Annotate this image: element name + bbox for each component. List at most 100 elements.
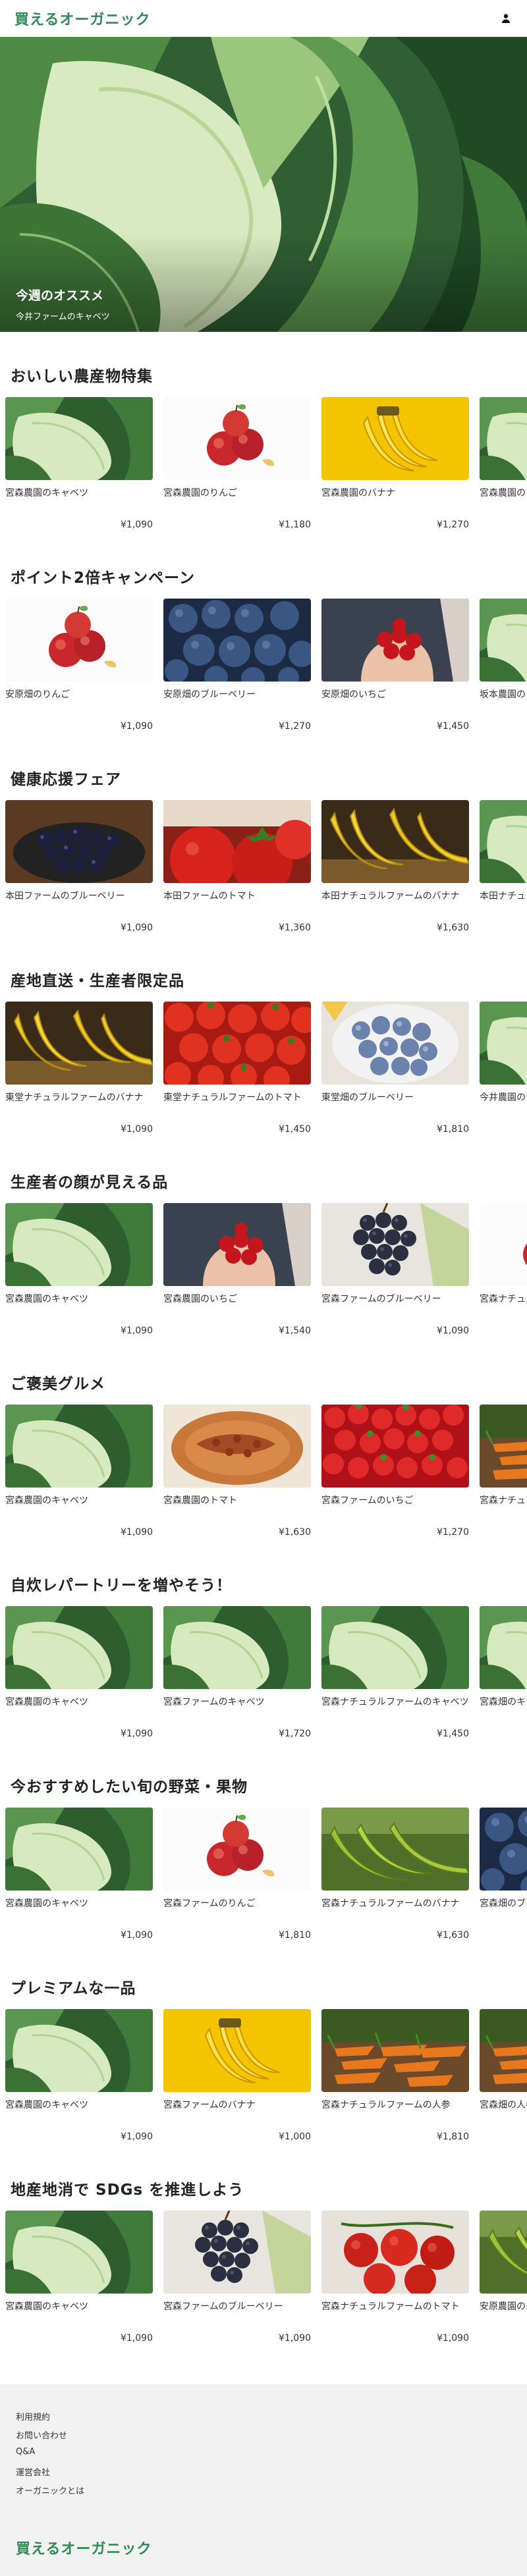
product-name[interactable]: 宮森ファームのいちご	[321, 1494, 469, 1507]
product-name[interactable]: 安原畑のりんご	[5, 688, 153, 701]
product-card[interactable]: 本田ファームのトマト ¥1,360	[163, 800, 311, 933]
product-image[interactable]	[321, 800, 469, 883]
product-image[interactable]	[321, 599, 469, 682]
product-image[interactable]	[321, 1002, 469, 1085]
product-name[interactable]: 宮森農園のトマト	[163, 1494, 311, 1507]
footer-link-company[interactable]: 運営会社	[16, 2465, 50, 2478]
user-icon[interactable]	[498, 11, 514, 26]
product-image[interactable]	[163, 1002, 311, 1085]
product-card[interactable]: 宮森農園のキャベツ ¥1,090	[5, 1203, 153, 1336]
product-image[interactable]	[321, 2211, 469, 2294]
product-name[interactable]: 宮森ファームのブルーベリー	[321, 1293, 469, 1306]
product-card[interactable]: 宮森ナチュラルファームのバナナ ¥1,630	[321, 1808, 469, 1941]
product-image[interactable]	[480, 1203, 527, 1286]
product-image[interactable]	[480, 599, 527, 682]
product-card[interactable]: 宮森畑の人参	[480, 2009, 527, 2141]
product-card[interactable]: 宮森農園のキャベツ ¥1,090	[5, 2211, 153, 2344]
product-card[interactable]: 今井農園の	[480, 1002, 527, 1133]
product-name[interactable]: 宮森農園のキャベツ	[5, 487, 153, 500]
product-carousel[interactable]: 宮森農園のキャベツ ¥1,090 宮森ファームのキャベツ ¥1,720 宮森ナチュラルフ…	[5, 1606, 527, 1739]
product-name[interactable]: 本田ナチュラルファームのいちご	[480, 890, 527, 903]
product-name[interactable]: 安原農園のバナナ	[480, 2300, 527, 2313]
product-name[interactable]: 宮森ナチュラルファームの人参	[321, 2099, 469, 2112]
product-carousel[interactable]: 宮森農園のキャベツ ¥1,090 宮森農園のいちご ¥1,540 宮森ファームのブルーベ…	[5, 1203, 527, 1336]
product-name[interactable]: 宮森農園のキャベツ	[5, 2099, 153, 2112]
product-image[interactable]	[5, 599, 153, 682]
product-image[interactable]	[5, 1203, 153, 1286]
product-name[interactable]: 宮森ナチュラルファームのキャベツ	[321, 1696, 469, 1709]
product-name[interactable]: 今井農園の	[480, 1091, 527, 1104]
product-card[interactable]: 宮森ファームのバナナ ¥1,000	[163, 2009, 311, 2142]
footer-link-contact[interactable]: お問い合わせ	[16, 2428, 67, 2441]
hero-banner[interactable]: 今週のオススメ 今井ファームのキャベツ	[0, 37, 527, 332]
product-card[interactable]: 宮森農園のキャベツ ¥1,090	[5, 2009, 153, 2142]
product-card[interactable]: 宮森農園のりんご ¥1,180	[163, 397, 311, 530]
product-carousel[interactable]: 宮森農園のキャベツ ¥1,090 宮森ファームのりんご ¥1,810 宮森ナチュラルファ…	[5, 1808, 527, 1941]
product-image[interactable]	[321, 1405, 469, 1488]
product-name[interactable]: 宮森農園のキャベツ	[5, 1696, 153, 1709]
product-name[interactable]: 宮森農園のキャベツ	[5, 1293, 153, 1306]
product-name[interactable]: 坂本農園の	[480, 688, 527, 701]
product-card[interactable]: 坂本農園の	[480, 599, 527, 730]
product-carousel[interactable]: 宮森農園のキャベツ ¥1,090 宮森農園のりんご ¥1,180 宮森農園のバナナ ¥1,…	[5, 397, 527, 530]
product-image[interactable]	[480, 1002, 527, 1085]
product-carousel[interactable]: 宮森農園のキャベツ ¥1,090 宮森ファームのブルーベリー ¥1,090 宮森ナチュラ…	[5, 2211, 527, 2344]
product-name[interactable]: 宮森畑の人参	[480, 2099, 527, 2112]
product-card[interactable]: 宮森農園のキャベツ ¥1,090	[5, 1808, 153, 1941]
product-name[interactable]: 宮森畑のキャベツ	[480, 1696, 527, 1709]
product-image[interactable]	[163, 599, 311, 682]
product-image[interactable]	[163, 1808, 311, 1891]
product-card[interactable]: 宮森農園のトマト ¥1,630	[163, 1405, 311, 1538]
product-name[interactable]: 宮森畑のブルーベリー	[480, 1897, 527, 1910]
product-carousel[interactable]: 本田ファームのブルーベリー ¥1,090 本田ファームのトマト ¥1,360 本田ナチュ…	[5, 800, 527, 933]
product-name[interactable]: 宮森農園のキャベツ	[5, 1494, 153, 1507]
product-name[interactable]: 宮森農園のいちご	[163, 1293, 311, 1306]
product-card[interactable]: 宮森畑のブルーベリー	[480, 1808, 527, 1939]
product-card[interactable]: 宮森農園のバナナ ¥1,270	[321, 397, 469, 530]
product-image[interactable]	[5, 800, 153, 883]
product-image[interactable]	[5, 1606, 153, 1689]
product-name[interactable]: 本田ファームのブルーベリー	[5, 890, 153, 903]
product-card[interactable]: 本田ファームのブルーベリー ¥1,090	[5, 800, 153, 933]
product-name[interactable]: 宮森ナチュラルファームの人参	[480, 1494, 527, 1507]
product-card[interactable]: 安原畑のいちご ¥1,450	[321, 599, 469, 732]
product-name[interactable]: 宮森ナチュラルファームのバナナ	[321, 1897, 469, 1910]
product-card[interactable]: 宮森畑のキャベツ	[480, 1606, 527, 1738]
product-card[interactable]: 本田ナチュラルファームのいちご	[480, 800, 527, 932]
product-name[interactable]: 宮森ナチュラルファームのトマト	[321, 2300, 469, 2313]
product-image[interactable]	[480, 1808, 527, 1891]
product-card[interactable]: 宮森ファームのいちご ¥1,270	[321, 1405, 469, 1538]
product-image[interactable]	[163, 2009, 311, 2092]
product-card[interactable]: 宮森ナチュラルファームの人参 ¥1,810	[321, 2009, 469, 2142]
product-image[interactable]	[321, 1606, 469, 1689]
product-image[interactable]	[480, 2211, 527, 2294]
product-card[interactable]: 安原畑のりんご ¥1,090	[5, 599, 153, 732]
product-name[interactable]: 宮森農園のキャベツ	[5, 1897, 153, 1910]
product-card[interactable]: 宮森ナチュラルファームのトマト ¥1,090	[321, 2211, 469, 2344]
product-name[interactable]: 宮森農園の	[480, 487, 527, 500]
footer-link-terms[interactable]: 利用規約	[16, 2410, 50, 2423]
product-name[interactable]: 宮森農園のバナナ	[321, 487, 469, 500]
product-image[interactable]	[480, 1405, 527, 1488]
product-carousel[interactable]: 宮森農園のキャベツ ¥1,090 宮森ファームのバナナ ¥1,000 宮森ナチュラルファ…	[5, 2009, 527, 2142]
product-card[interactable]: 宮森ファームのブルーベリー ¥1,090	[321, 1203, 469, 1336]
product-name[interactable]: 宮森農園のりんご	[163, 487, 311, 500]
product-card[interactable]: 宮森ナチュラルファームのりんご	[480, 1203, 527, 1335]
product-image[interactable]	[163, 1405, 311, 1488]
product-card[interactable]: 東堂畑のブルーベリー ¥1,810	[321, 1002, 469, 1135]
product-carousel[interactable]: 宮森農園のキャベツ ¥1,090 宮森農園のトマト ¥1,630 宮森ファームのいちご ¥…	[5, 1405, 527, 1538]
product-name[interactable]: 安原畑のいちご	[321, 688, 469, 701]
product-image[interactable]	[321, 1808, 469, 1891]
product-card[interactable]: 宮森ナチュラルファームの人参	[480, 1405, 527, 1536]
product-card[interactable]: 宮森農園のキャベツ ¥1,090	[5, 1405, 153, 1538]
product-image[interactable]	[321, 2009, 469, 2092]
product-name[interactable]: 宮森ファームのバナナ	[163, 2099, 311, 2112]
footer-link-about-organic[interactable]: オーガニックとは	[16, 2484, 84, 2496]
product-image[interactable]	[5, 397, 153, 480]
product-name[interactable]: 本田ナチュラルファームのバナナ	[321, 890, 469, 903]
product-image[interactable]	[163, 1606, 311, 1689]
product-image[interactable]	[480, 397, 527, 480]
product-name[interactable]: 本田ファームのトマト	[163, 890, 311, 903]
product-card[interactable]: 宮森農園のいちご ¥1,540	[163, 1203, 311, 1336]
product-image[interactable]	[5, 1808, 153, 1891]
